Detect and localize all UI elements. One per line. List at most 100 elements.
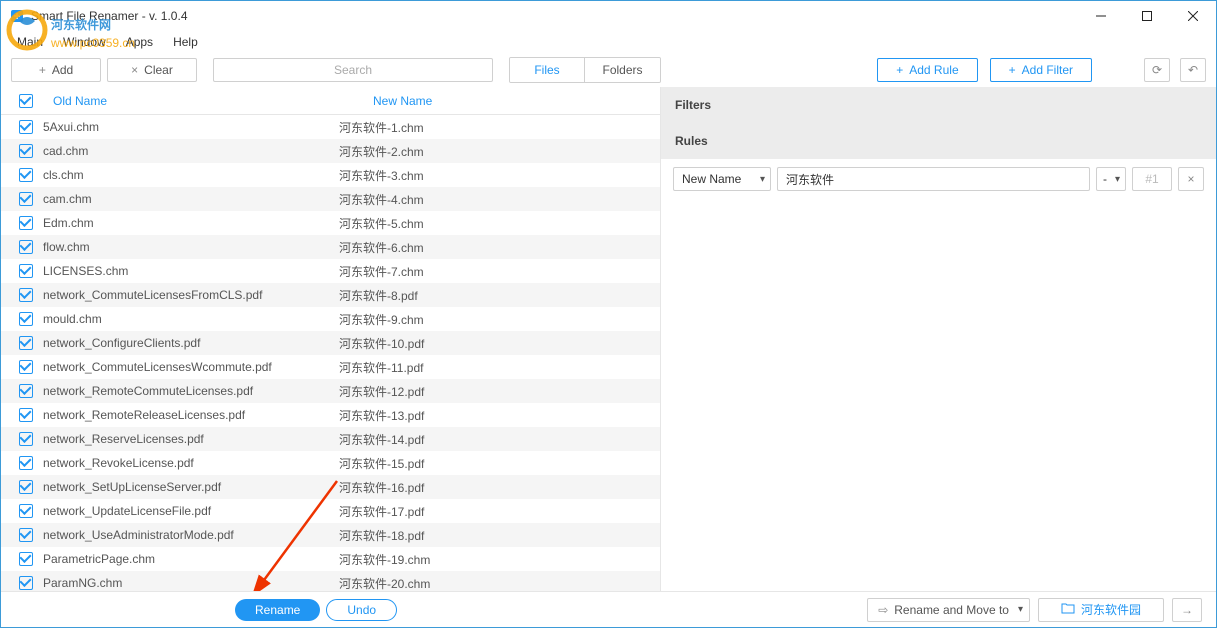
row-checkbox[interactable] [19, 120, 33, 134]
folder-icon [1061, 602, 1075, 617]
old-name-cell: ParamNG.chm [43, 576, 339, 590]
undo-last-button[interactable]: ↶ [1180, 58, 1206, 82]
tab-folders[interactable]: Folders [585, 58, 660, 82]
rule-mode-select[interactable]: - [1096, 167, 1126, 191]
row-checkbox[interactable] [19, 168, 33, 182]
old-name-cell: cls.chm [43, 168, 339, 182]
row-checkbox[interactable] [19, 528, 33, 542]
menu-window[interactable]: Window [55, 33, 114, 51]
column-old-name[interactable]: Old Name [53, 94, 363, 108]
old-name-cell: mould.chm [43, 312, 339, 326]
table-row[interactable]: network_RemoteCommuteLicenses.pdf河东软件-12… [1, 379, 660, 403]
new-name-cell: 河东软件-15.pdf [339, 455, 642, 472]
menu-apps[interactable]: Apps [118, 33, 161, 51]
table-row[interactable]: network_ConfigureClients.pdf河东软件-10.pdf [1, 331, 660, 355]
table-row[interactable]: flow.chm河东软件-6.chm [1, 235, 660, 259]
search-input[interactable]: Search [213, 58, 493, 82]
app-icon [9, 8, 25, 24]
titlebar: Smart File Renamer - v. 1.0.4 [1, 1, 1216, 31]
table-row[interactable]: 5Axui.chm河东软件-1.chm [1, 115, 660, 139]
row-checkbox[interactable] [19, 216, 33, 230]
clear-button[interactable]: ×Clear [107, 58, 197, 82]
table-row[interactable]: network_RevokeLicense.pdf河东软件-15.pdf [1, 451, 660, 475]
row-checkbox[interactable] [19, 312, 33, 326]
row-checkbox[interactable] [19, 576, 33, 590]
menu-help[interactable]: Help [165, 33, 206, 51]
close-icon: × [1187, 172, 1194, 186]
file-list-panel: Old Name New Name 5Axui.chm河东软件-1.chmcad… [1, 87, 661, 592]
row-checkbox[interactable] [19, 480, 33, 494]
table-row[interactable]: network_RemoteReleaseLicenses.pdf河东软件-13… [1, 403, 660, 427]
tab-files[interactable]: Files [510, 58, 585, 82]
add-button[interactable]: +Add [11, 58, 101, 82]
bottom-bar: Rename Undo Rename and Move to 河东软件园 → [1, 591, 1216, 627]
table-row[interactable]: mould.chm河东软件-9.chm [1, 307, 660, 331]
rule-value-input[interactable] [777, 167, 1090, 191]
row-checkbox[interactable] [19, 240, 33, 254]
refresh-button[interactable]: ⟳ [1144, 58, 1170, 82]
table-row[interactable]: cad.chm河东软件-2.chm [1, 139, 660, 163]
new-name-cell: 河东软件-11.pdf [339, 359, 642, 376]
new-name-cell: 河东软件-7.chm [339, 263, 642, 280]
row-checkbox[interactable] [19, 408, 33, 422]
row-checkbox[interactable] [19, 288, 33, 302]
old-name-cell: network_RemoteCommuteLicenses.pdf [43, 384, 339, 398]
old-name-cell: LICENSES.chm [43, 264, 339, 278]
old-name-cell: network_CommuteLicensesFromCLS.pdf [43, 288, 339, 302]
old-name-cell: network_ReserveLicenses.pdf [43, 432, 339, 446]
table-row[interactable]: network_UpdateLicenseFile.pdf河东软件-17.pdf [1, 499, 660, 523]
rule-delete-button[interactable]: × [1178, 167, 1204, 191]
select-all-checkbox[interactable] [19, 94, 33, 108]
arrow-right-icon: → [1181, 603, 1193, 617]
old-name-cell: network_RevokeLicense.pdf [43, 456, 339, 470]
table-row[interactable]: cls.chm河东软件-3.chm [1, 163, 660, 187]
table-row[interactable]: network_CommuteLicensesFromCLS.pdf河东软件-8… [1, 283, 660, 307]
add-rule-button[interactable]: +Add Rule [877, 58, 977, 82]
old-name-cell: network_CommuteLicensesWcommute.pdf [43, 360, 339, 374]
row-checkbox[interactable] [19, 552, 33, 566]
table-row[interactable]: ParametricPage.chm河东软件-19.chm [1, 547, 660, 571]
plus-icon: + [1009, 63, 1016, 77]
rule-start-input[interactable] [1132, 167, 1172, 191]
table-row[interactable]: LICENSES.chm河东软件-7.chm [1, 259, 660, 283]
row-checkbox[interactable] [19, 432, 33, 446]
rule-type-select[interactable]: New Name [673, 167, 771, 191]
old-name-cell: cad.chm [43, 144, 339, 158]
row-checkbox[interactable] [19, 192, 33, 206]
column-new-name[interactable]: New Name [373, 94, 432, 108]
rename-button[interactable]: Rename [235, 599, 320, 621]
menubar: Main Window Apps Help [1, 31, 1216, 53]
old-name-cell: network_SetUpLicenseServer.pdf [43, 480, 339, 494]
row-checkbox[interactable] [19, 264, 33, 278]
table-row[interactable]: network_UseAdministratorMode.pdf河东软件-18.… [1, 523, 660, 547]
window-close-button[interactable] [1170, 1, 1216, 31]
add-filter-button[interactable]: +Add Filter [990, 58, 1092, 82]
new-name-cell: 河东软件-13.pdf [339, 407, 642, 424]
table-row[interactable]: network_ReserveLicenses.pdf河东软件-14.pdf [1, 427, 660, 451]
rules-section-header[interactable]: Rules [661, 123, 1216, 159]
menu-main[interactable]: Main [9, 33, 51, 51]
row-checkbox[interactable] [19, 456, 33, 470]
new-name-cell: 河东软件-18.pdf [339, 527, 642, 544]
table-row[interactable]: network_SetUpLicenseServer.pdf河东软件-16.pd… [1, 475, 660, 499]
table-row[interactable]: ParamNG.chm河东软件-20.chm [1, 571, 660, 592]
table-row[interactable]: network_CommuteLicensesWcommute.pdf河东软件-… [1, 355, 660, 379]
destination-button[interactable]: 河东软件园 [1038, 598, 1164, 622]
new-name-cell: 河东软件-19.chm [339, 551, 642, 568]
row-checkbox[interactable] [19, 360, 33, 374]
table-header: Old Name New Name [1, 87, 660, 115]
row-checkbox[interactable] [19, 504, 33, 518]
row-checkbox[interactable] [19, 384, 33, 398]
table-row[interactable]: Edm.chm河东软件-5.chm [1, 211, 660, 235]
content-area: Old Name New Name 5Axui.chm河东软件-1.chmcad… [1, 87, 1216, 592]
filters-section-header[interactable]: Filters [661, 87, 1216, 123]
row-checkbox[interactable] [19, 336, 33, 350]
close-icon: × [131, 63, 138, 77]
move-mode-select[interactable]: Rename and Move to [867, 598, 1030, 622]
undo-button[interactable]: Undo [326, 599, 397, 621]
window-minimize-button[interactable] [1078, 1, 1124, 31]
window-maximize-button[interactable] [1124, 1, 1170, 31]
execute-button[interactable]: → [1172, 598, 1202, 622]
row-checkbox[interactable] [19, 144, 33, 158]
table-row[interactable]: cam.chm河东软件-4.chm [1, 187, 660, 211]
